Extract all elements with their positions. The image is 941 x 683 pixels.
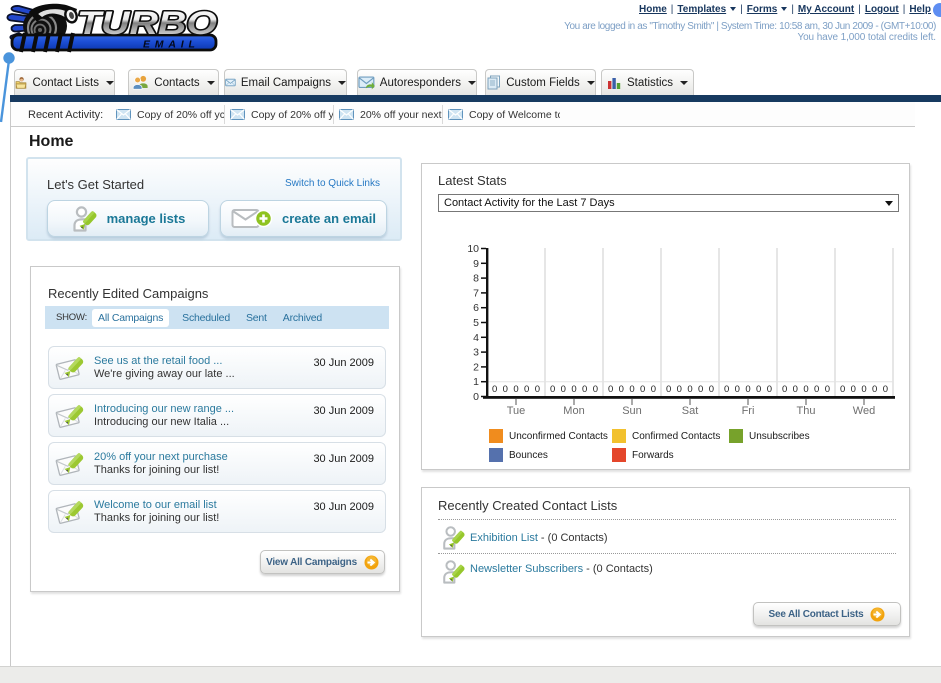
svg-text:Mon: Mon [563, 405, 584, 417]
svg-text:Sun: Sun [622, 405, 642, 417]
svg-text:3: 3 [473, 347, 479, 359]
svg-text:0 0 0 0 0: 0 0 0 0 0 [840, 384, 888, 395]
svg-text:0 0 0 0 0: 0 0 0 0 0 [724, 384, 772, 395]
svg-text:0 0 0 0 0: 0 0 0 0 0 [608, 384, 656, 395]
svg-text:0 0 0 0 0: 0 0 0 0 0 [782, 384, 830, 395]
svg-text:5: 5 [473, 317, 479, 329]
svg-text:4: 4 [473, 332, 479, 344]
svg-text:Wed: Wed [853, 405, 875, 417]
svg-text:8: 8 [473, 273, 479, 285]
svg-text:6: 6 [473, 302, 479, 314]
svg-text:Thu: Thu [797, 405, 816, 417]
svg-text:0 0 0 0 0: 0 0 0 0 0 [666, 384, 714, 395]
svg-text:1: 1 [473, 376, 479, 388]
svg-text:0 0 0 0 0: 0 0 0 0 0 [492, 384, 540, 395]
svg-text:Sat: Sat [682, 405, 699, 417]
svg-text:0 0 0 0 0: 0 0 0 0 0 [550, 384, 598, 395]
svg-text:9: 9 [473, 258, 479, 270]
svg-text:Fri: Fri [742, 405, 755, 417]
svg-text:7: 7 [473, 287, 479, 299]
svg-text:0: 0 [473, 391, 479, 403]
svg-text:2: 2 [473, 361, 479, 373]
svg-text:Tue: Tue [507, 405, 526, 417]
svg-text:TURBO: TURBO [77, 5, 217, 41]
svg-text:10: 10 [467, 243, 479, 255]
